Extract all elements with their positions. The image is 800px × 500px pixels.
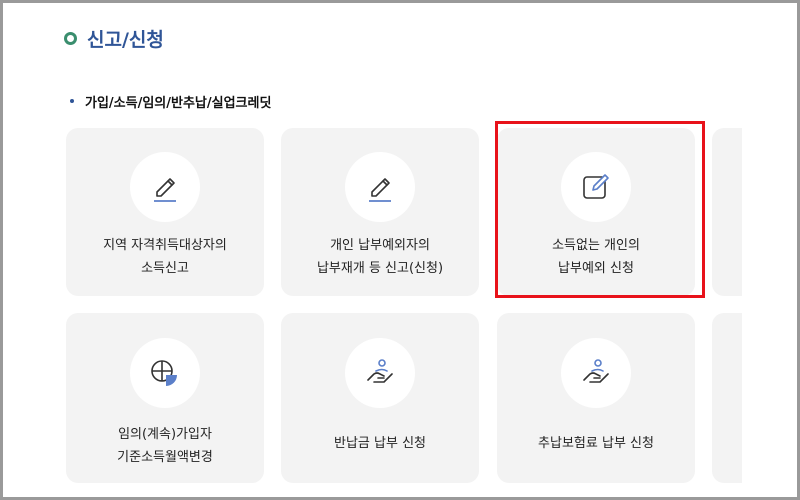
card-payment-resume-report[interactable]: 개인 납부예외자의 납부재개 등 신고(신청)	[281, 128, 479, 296]
icon-circle	[130, 338, 200, 408]
card-next-partial[interactable]	[712, 313, 742, 483]
card-voluntary-income-change[interactable]: 임의(계속)가입자 기준소득월액변경	[66, 313, 264, 483]
title-bullet-icon	[64, 31, 77, 45]
pencil-icon	[369, 178, 391, 202]
pie-chart-icon	[151, 360, 177, 386]
card-regional-income-report[interactable]: 지역 자격취득대상자의 소득신고	[66, 128, 264, 296]
icon-circle	[561, 338, 631, 408]
edit-square-icon	[583, 174, 609, 199]
card-late-premium-payment-request[interactable]: 추납보험료 납부 신청	[497, 313, 695, 483]
card-refund-payment-request[interactable]: 반납금 납부 신청	[281, 313, 479, 483]
icon-circle	[130, 152, 200, 222]
hand-person-icon	[367, 359, 393, 383]
section-bullet-icon	[70, 99, 74, 103]
icon-circle	[345, 338, 415, 408]
card-label: 지역 자격취득대상자의 소득신고	[103, 238, 227, 276]
card-label: 소득없는 개인의 납부예외 신청	[552, 238, 640, 276]
page-title: 신고/신청	[64, 22, 164, 54]
icon-circle	[561, 152, 631, 222]
card-label: 추납보험료 납부 신청	[538, 436, 654, 451]
section-title: 가입/소득/임의/반추납/실업크레딧	[70, 90, 271, 112]
card-label: 개인 납부예외자의 납부재개 등 신고(신청)	[316, 238, 444, 276]
card-label: 임의(계속)가입자 기준소득월액변경	[117, 427, 213, 465]
page-title-text: 신고/신청	[87, 28, 164, 51]
hand-person-icon	[583, 359, 609, 383]
icon-circle	[345, 152, 415, 222]
pencil-icon	[154, 178, 176, 202]
card-next-partial[interactable]	[712, 128, 742, 296]
card-payment-exception-request[interactable]: 소득없는 개인의 납부예외 신청	[497, 128, 695, 296]
card-label: 반납금 납부 신청	[334, 436, 426, 451]
section-title-text: 가입/소득/임의/반추납/실업크레딧	[85, 95, 272, 111]
